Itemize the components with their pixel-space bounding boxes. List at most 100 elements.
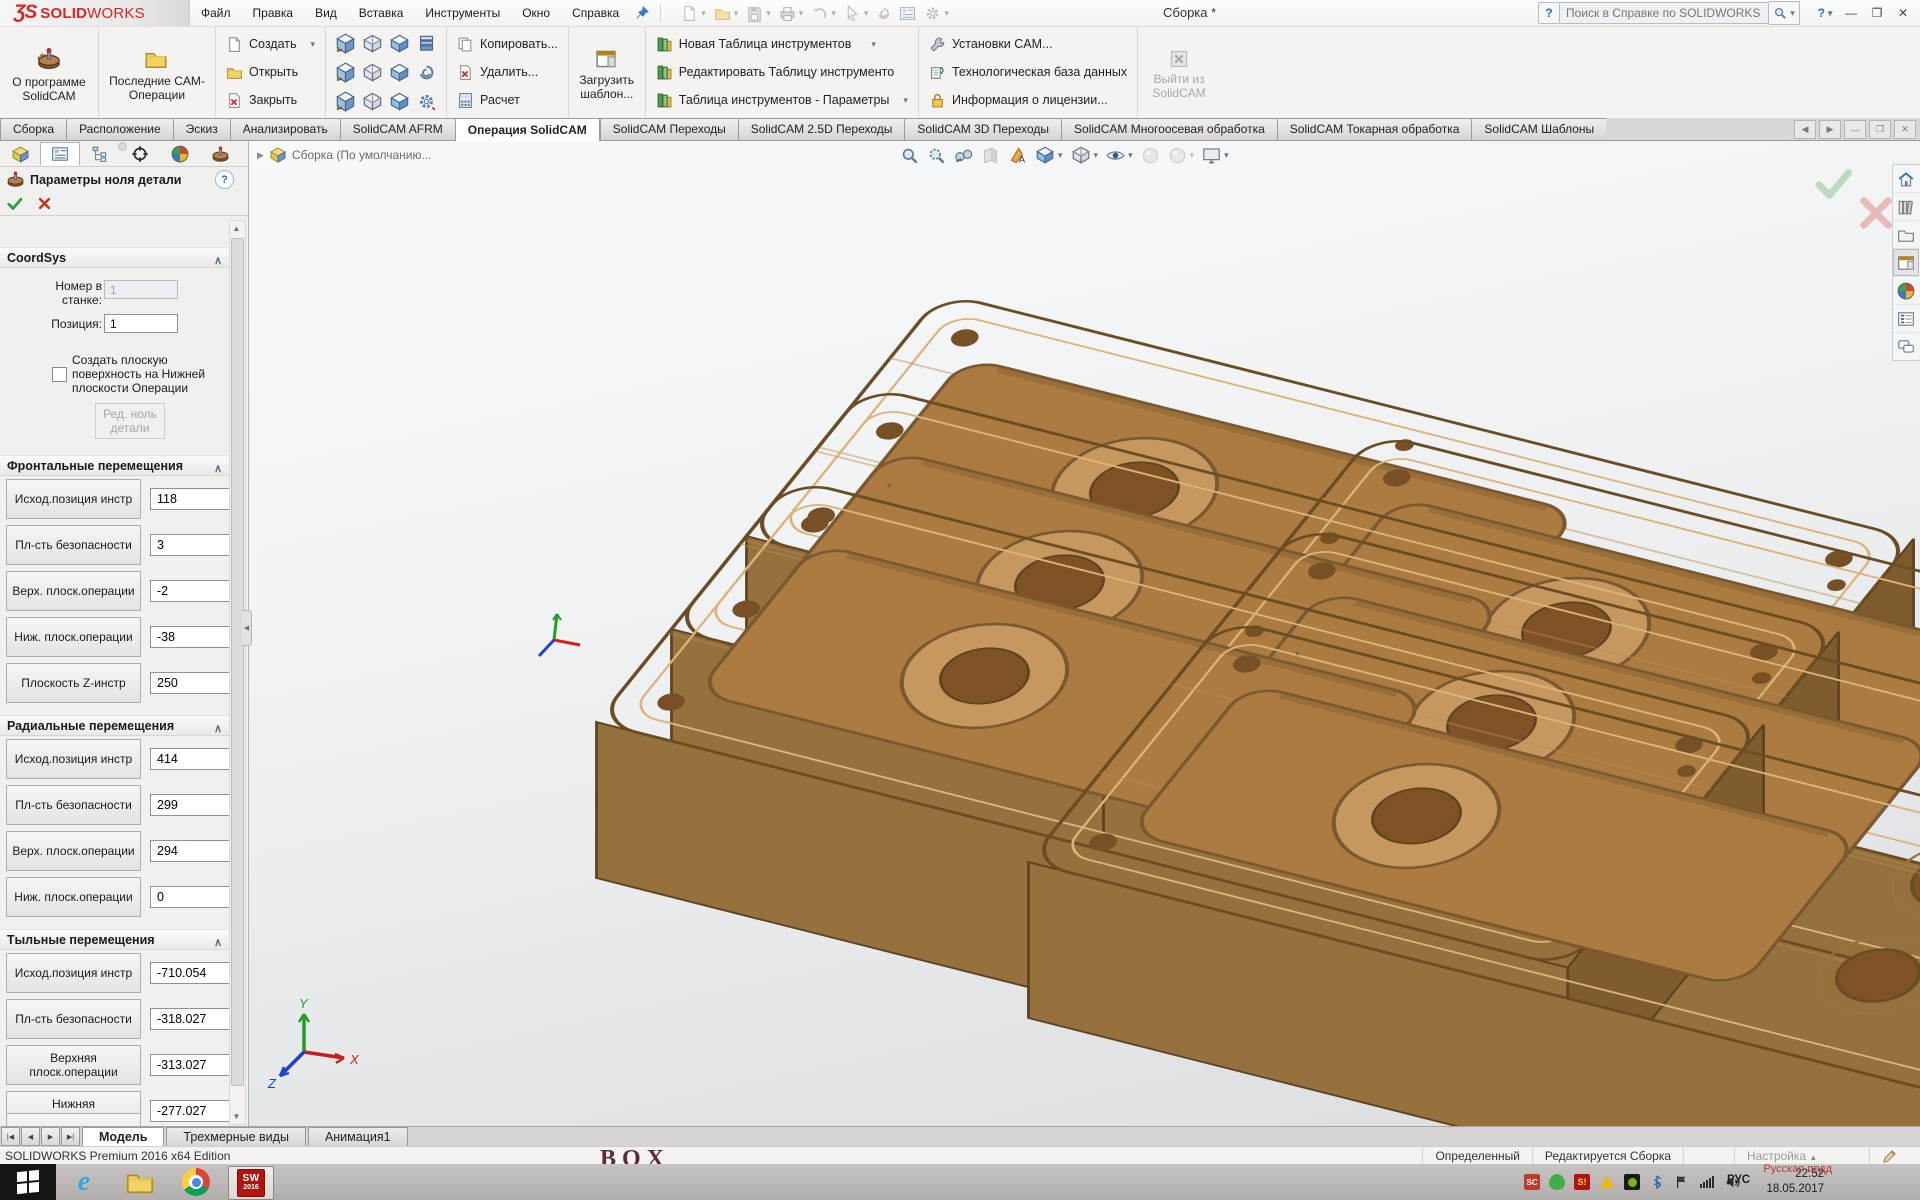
start-button[interactable]	[0, 1164, 56, 1200]
radial-safety-button[interactable]: Пл-сть безопасности	[6, 785, 141, 825]
cam-cube-icon[interactable]	[389, 33, 410, 54]
frontal-lower-plane-field[interactable]	[150, 626, 230, 648]
copy-operation-button[interactable]: Копировать...	[453, 30, 562, 58]
help-menu-button[interactable]: ?▾	[1812, 2, 1838, 24]
solidworks-taskbar-button[interactable]: SW2016	[226, 1164, 276, 1200]
tab-solidcam-operation[interactable]: Операция SolidCAM	[455, 118, 600, 141]
forum-icon[interactable]	[1893, 333, 1919, 360]
license-info-button[interactable]: Информация о лицензии...	[925, 86, 1131, 114]
save-button[interactable]: ▾	[743, 3, 774, 24]
cam-cube-icon[interactable]	[389, 91, 410, 112]
open-document-button[interactable]: ▾	[711, 3, 742, 24]
feature-tree-tab[interactable]	[0, 142, 40, 166]
design-library-icon[interactable]	[1893, 193, 1919, 221]
dropdown-caret-icon[interactable]: ▾	[871, 39, 876, 50]
doc-minimize-button[interactable]: —	[1844, 120, 1866, 139]
animation-tab[interactable]: Анимация1	[308, 1127, 408, 1147]
machine-number-field[interactable]	[104, 280, 178, 299]
options-button[interactable]: ▾	[921, 3, 952, 24]
collapse-chevron-icon[interactable]: ∧	[214, 251, 222, 272]
recent-cam-operations-button[interactable]: Последние CAM-Операции	[105, 43, 209, 102]
cam-cube-icon[interactable]	[335, 33, 356, 54]
tab-solidcam-transitions[interactable]: SolidCAM Переходы	[600, 118, 738, 140]
cam-cube-icon[interactable]	[335, 91, 356, 112]
dropdown-caret-icon[interactable]: ▾	[311, 39, 316, 50]
cam-stack-icon[interactable]	[417, 34, 436, 53]
scroll-down-arrow[interactable]: ▼	[230, 1109, 243, 1124]
search-go-button[interactable]: ▾	[1769, 1, 1800, 25]
frontal-safety-field[interactable]	[150, 534, 230, 556]
doc-close-button[interactable]: ✕	[1894, 120, 1916, 139]
last-tab-button[interactable]: ▶|	[61, 1127, 80, 1146]
dropdown-caret-icon[interactable]: ▾	[903, 95, 908, 106]
graphics-viewport[interactable]: ▶ Сборка (По умолчанию... ▾ ▾ ▾ ▾ ▾	[249, 140, 1920, 1126]
cam-swirl-icon[interactable]	[417, 63, 436, 82]
custom-properties-icon[interactable]	[1893, 305, 1919, 333]
section-radial[interactable]: Радиальные перемещения∧	[0, 715, 230, 736]
next-tab-button[interactable]: ▶	[41, 1127, 60, 1146]
radial-start-pos-button[interactable]: Исход.позиция инстр	[6, 739, 141, 779]
internet-explorer-button[interactable]: e	[56, 1164, 112, 1200]
edit-part-zero-button[interactable]: Ред. ноль детали	[95, 403, 165, 439]
frontal-safety-button[interactable]: Пл-сть безопасности	[6, 525, 141, 565]
panel-scrollbar[interactable]: ▲ ▼	[229, 220, 246, 1125]
rear-upper-plane-field[interactable]	[150, 1054, 230, 1076]
load-template-button[interactable]: Загрузить шаблон...	[575, 44, 639, 101]
collapse-chevron-icon[interactable]: ∧	[214, 719, 222, 740]
section-frontal[interactable]: Фронтальные перемещения∧	[0, 455, 230, 476]
rear-upper-plane-button[interactable]: Верхняя плоск.операции	[6, 1045, 141, 1085]
rear-safety-button[interactable]: Пл-сть безопасности	[6, 999, 141, 1039]
tab-solidcam-multiaxis[interactable]: SolidCAM Многоосевая обработка	[1061, 118, 1277, 140]
menu-help[interactable]: Справка	[561, 0, 630, 26]
cam-settings-button[interactable]: Установки CAM...	[925, 30, 1131, 58]
restore-button[interactable]: ❐	[1864, 2, 1890, 24]
radial-upper-plane-field[interactable]	[150, 840, 230, 862]
radial-start-pos-field[interactable]	[150, 748, 230, 770]
section-coordsys[interactable]: CoordSys∧	[0, 247, 230, 268]
menu-file[interactable]: Файл	[190, 0, 242, 26]
file-explorer-button[interactable]	[112, 1164, 168, 1200]
position-field[interactable]	[104, 314, 178, 333]
rear-lower-plane-field[interactable]	[150, 1100, 230, 1122]
frontal-start-pos-field[interactable]	[150, 488, 230, 510]
about-solidcam-button[interactable]: О программе SolidCAM	[6, 42, 92, 103]
cam-cube-icon[interactable]	[335, 62, 356, 83]
tab-assembly[interactable]: Сборка	[0, 118, 66, 140]
file-properties-button[interactable]	[896, 3, 919, 24]
confirm-corner-check-icon[interactable]	[1810, 162, 1856, 207]
calculate-button[interactable]: Расчет	[453, 86, 562, 114]
radial-safety-field[interactable]	[150, 794, 230, 816]
solidcam-tray-icon[interactable]: SC	[1524, 1174, 1540, 1190]
view-palette-icon[interactable]	[1893, 249, 1919, 277]
panel-grip-handle[interactable]	[118, 142, 127, 151]
new-document-button[interactable]: ▾	[678, 3, 709, 24]
appearances-tab[interactable]	[160, 142, 200, 166]
create-button[interactable]: Создать▾	[222, 30, 319, 58]
tab-layout[interactable]: Расположение	[66, 118, 173, 140]
delete-operation-button[interactable]: Удалить...	[453, 58, 562, 86]
frontal-lower-plane-button[interactable]: Ниж. плоск.операции	[6, 617, 141, 657]
tab-solidcam-afrm[interactable]: SolidCAM AFRM	[340, 118, 455, 140]
tab-scroll-right-button[interactable]: ▶	[1819, 120, 1841, 139]
close-button-cam[interactable]: Закрыть	[222, 86, 319, 114]
panel-help-button[interactable]: ?	[215, 170, 234, 189]
radial-lower-plane-button[interactable]: Ниж. плоск.операции	[6, 877, 141, 917]
cam-gear-icon[interactable]	[417, 92, 436, 111]
create-flat-surface-checkbox[interactable]	[52, 367, 67, 382]
menu-insert[interactable]: Вставка	[348, 0, 415, 26]
collapse-chevron-icon[interactable]: ∧	[214, 459, 222, 480]
open-button[interactable]: Открыть	[222, 58, 319, 86]
edit-tool-table-button[interactable]: Редактировать Таблицу инструменто	[652, 58, 912, 86]
sw-alert-tray-icon[interactable]: S!	[1574, 1174, 1590, 1190]
undo-button[interactable]: ▾	[808, 3, 839, 24]
section-rear[interactable]: Тыльные перемещения∧	[0, 929, 230, 950]
print-button[interactable]: ▾	[776, 3, 807, 24]
configuration-tab[interactable]	[80, 142, 120, 166]
scroll-up-arrow[interactable]: ▲	[230, 221, 243, 236]
model-tab[interactable]: Модель	[82, 1127, 164, 1147]
language-indicator[interactable]: РУС	[1727, 1174, 1750, 1186]
solidcam-manager-tab[interactable]	[200, 142, 240, 166]
3d-model-canvas[interactable]: * * X Y Z	[249, 140, 1920, 1126]
collapse-chevron-icon[interactable]: ∧	[214, 933, 222, 954]
frontal-upper-plane-button[interactable]: Верх. плоск.операции	[6, 571, 141, 611]
